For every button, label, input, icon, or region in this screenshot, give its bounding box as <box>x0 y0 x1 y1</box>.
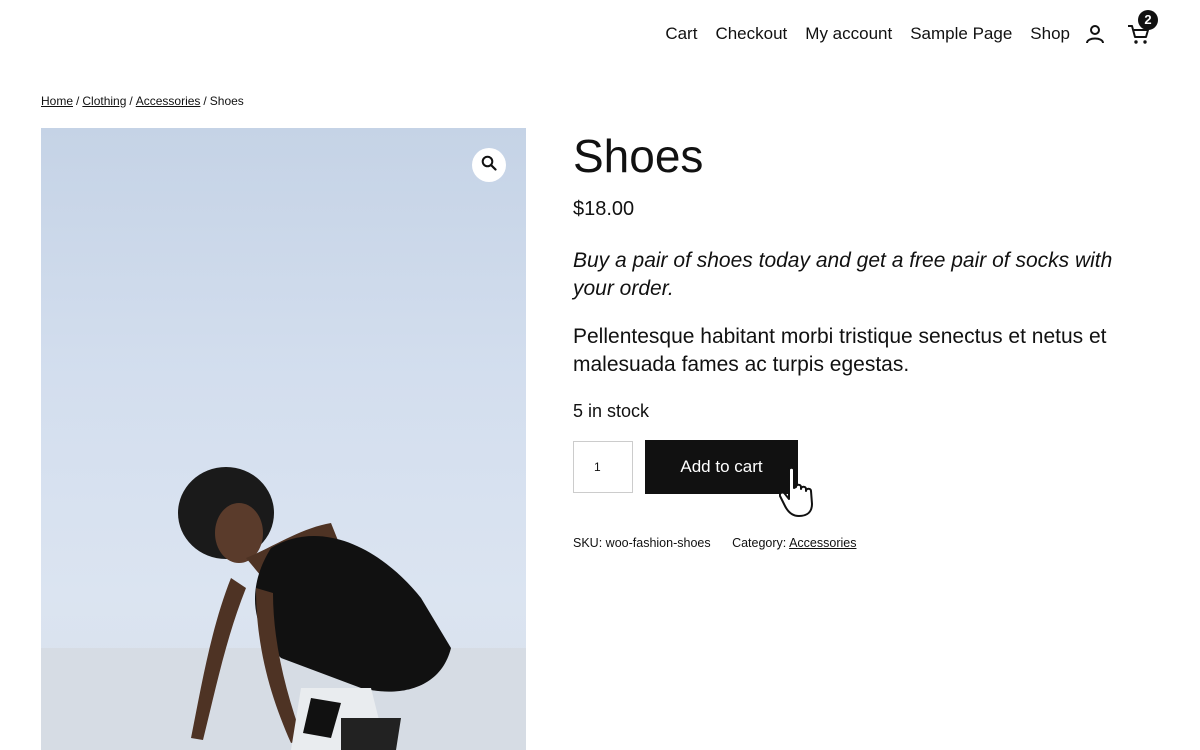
product-price: $18.00 <box>573 198 635 220</box>
product-short-description: Buy a pair of shoes today and get a free… <box>573 249 1113 300</box>
zoom-button[interactable] <box>472 148 506 182</box>
add-to-cart-button[interactable]: Add to cart <box>645 440 798 494</box>
breadcrumb-separator: / <box>129 94 133 108</box>
product-description: Pellentesque habitant morbi tristique se… <box>573 325 1107 376</box>
nav-sample-page[interactable]: Sample Page <box>910 24 1012 44</box>
product-photo <box>41 467 526 750</box>
sku-value: woo-fashion-shoes <box>605 536 711 550</box>
nav-cart[interactable]: Cart <box>665 24 697 44</box>
cart-count-badge: 2 <box>1138 10 1158 30</box>
nav-checkout[interactable]: Checkout <box>715 24 787 44</box>
zoom-icon <box>481 155 497 176</box>
product-image[interactable] <box>41 128 526 750</box>
breadcrumb: Home / Clothing / Accessories / Shoes <box>41 94 244 108</box>
breadcrumb-clothing[interactable]: Clothing <box>82 94 126 108</box>
breadcrumb-separator: / <box>76 94 80 108</box>
breadcrumb-separator: / <box>203 94 207 108</box>
header-nav: Cart Checkout My account Sample Page Sho… <box>665 10 1158 46</box>
product-meta: SKU: woo-fashion-shoes Category: Accesso… <box>573 536 1153 550</box>
nav-shop[interactable]: Shop <box>1030 24 1070 44</box>
category-label: Category: <box>732 536 787 550</box>
category-link[interactable]: Accessories <box>789 536 856 550</box>
breadcrumb-home[interactable]: Home <box>41 94 73 108</box>
add-to-cart-form: Add to cart <box>573 440 1153 517</box>
quantity-input[interactable] <box>573 441 633 493</box>
mini-cart-button[interactable]: 2 <box>1126 10 1158 46</box>
cart-icon <box>1126 25 1152 50</box>
hand-cursor-icon <box>778 466 827 520</box>
nav-my-account[interactable]: My account <box>805 24 892 44</box>
user-icon[interactable] <box>1084 23 1106 45</box>
sku-label: SKU: <box>573 536 603 550</box>
breadcrumb-current: Shoes <box>209 94 244 108</box>
product-title: Shoes <box>573 130 704 182</box>
breadcrumb-accessories[interactable]: Accessories <box>136 94 201 108</box>
product-summary: Shoes $18.00 Buy a pair of shoes today a… <box>573 130 1153 550</box>
stock-status: 5 in stock <box>573 401 650 421</box>
